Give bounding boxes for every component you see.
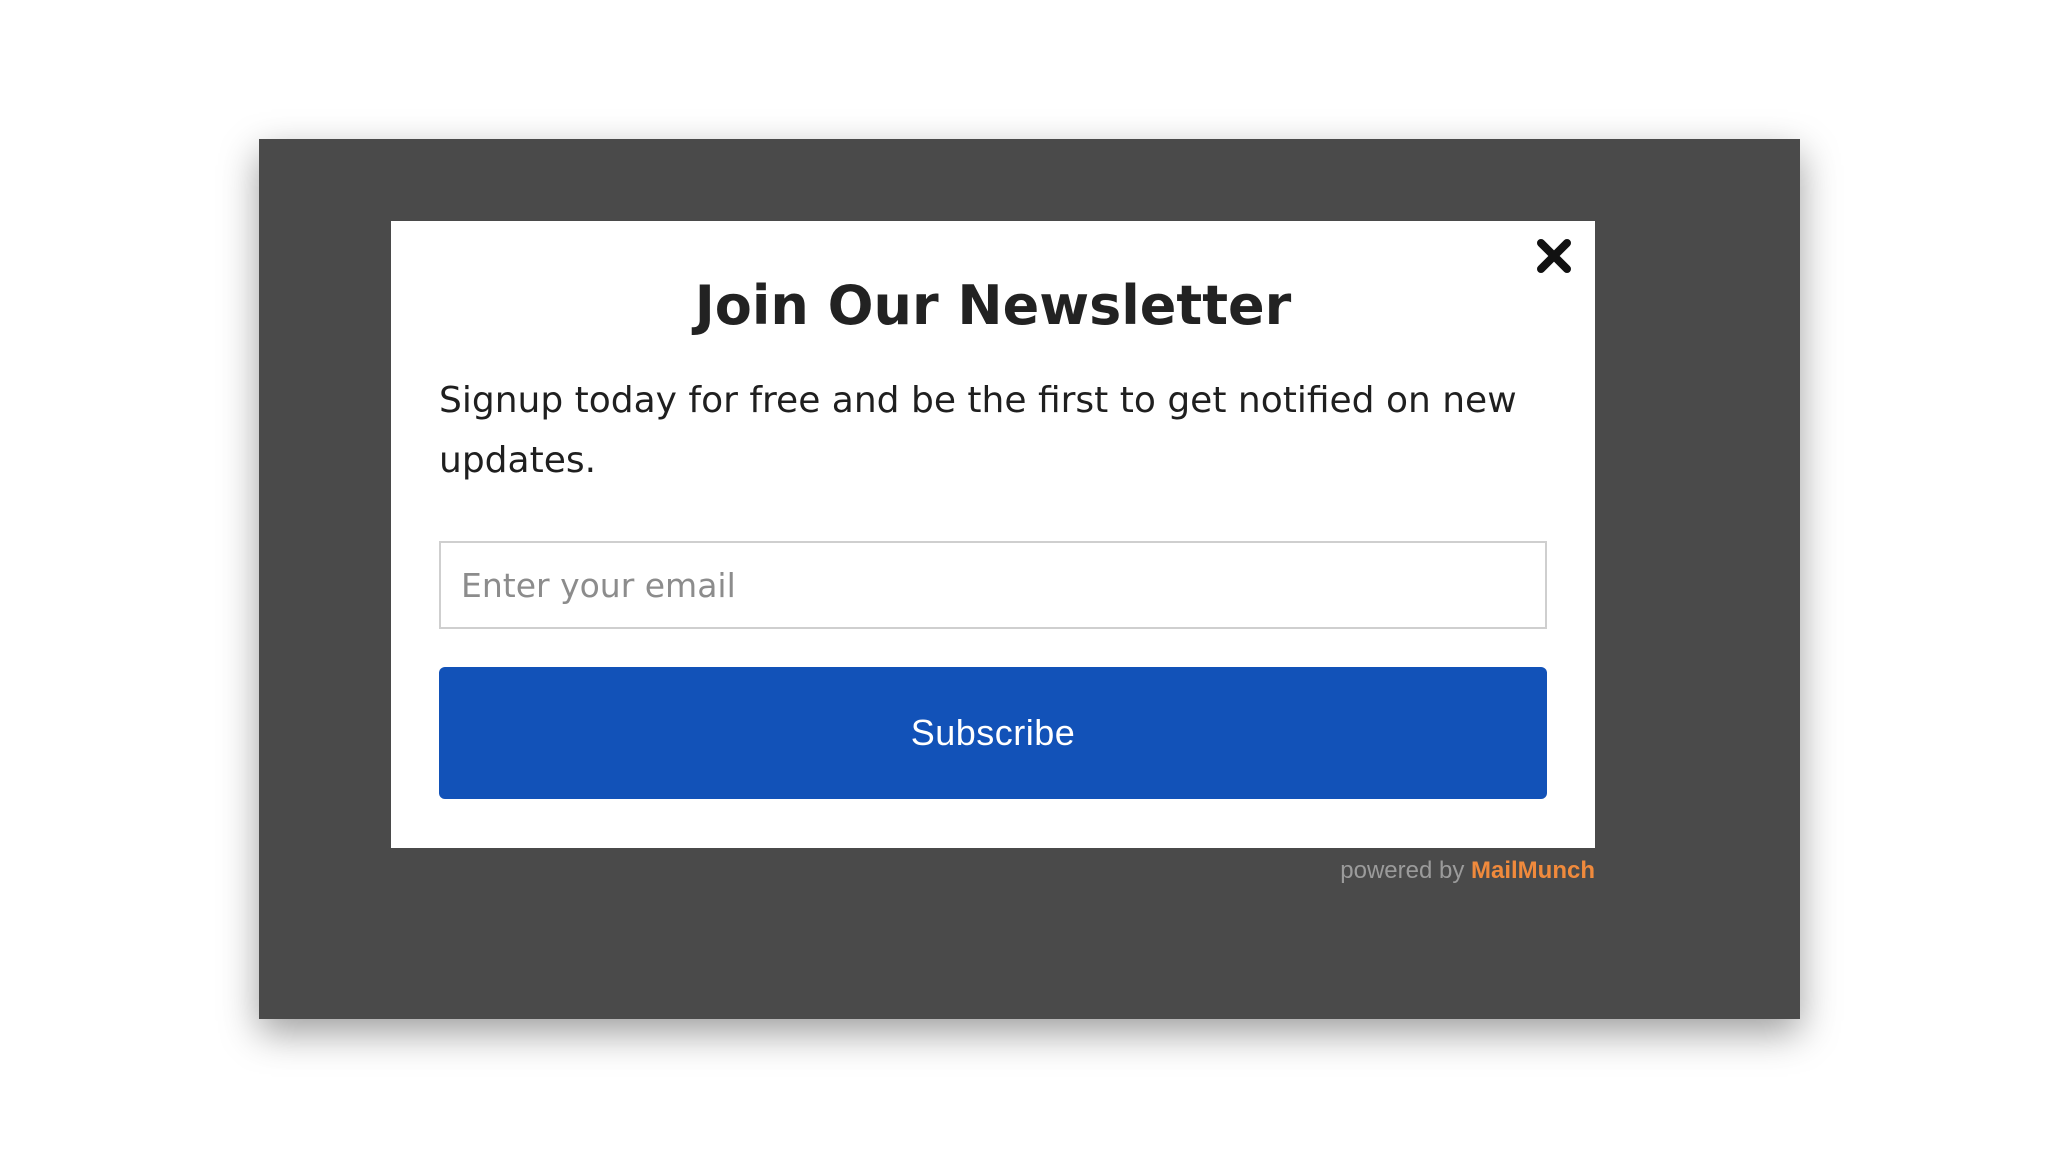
page: Join Our Newsletter Signup today for fre… bbox=[0, 0, 2048, 1152]
newsletter-modal: Join Our Newsletter Signup today for fre… bbox=[391, 221, 1595, 848]
newsletter-description: Signup today for free and be the first t… bbox=[439, 380, 1517, 481]
close-icon bbox=[1537, 239, 1571, 273]
mailmunch-link[interactable]: MailMunch bbox=[1471, 857, 1595, 884]
subscribe-button[interactable]: Subscribe bbox=[439, 667, 1547, 799]
newsletter-title: Join Our Newsletter bbox=[694, 274, 1292, 337]
popup-overlay: Join Our Newsletter Signup today for fre… bbox=[259, 139, 1800, 1019]
powered-by-label: powered by bbox=[1340, 857, 1465, 884]
powered-by: powered by MailMunch bbox=[1340, 857, 1595, 885]
email-input[interactable] bbox=[439, 541, 1547, 629]
